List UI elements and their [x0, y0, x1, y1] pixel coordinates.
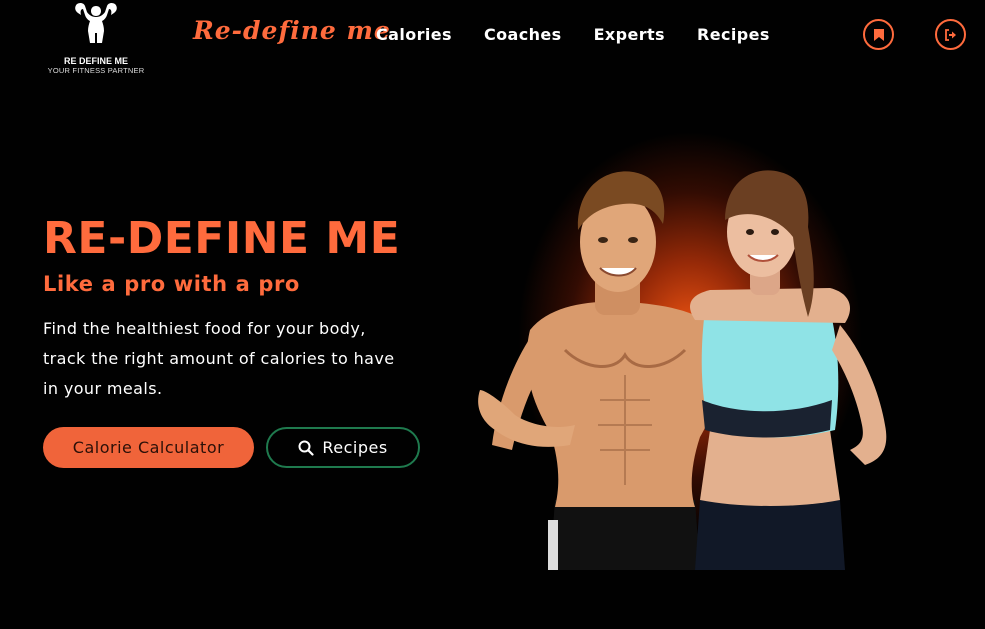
main-nav: Calories Coaches Experts Recipes: [376, 25, 770, 44]
hero-description: Find the healthiest food for your body, …: [43, 319, 395, 398]
nav-link-experts[interactable]: Experts: [594, 25, 665, 44]
brand-name[interactable]: Re-define me: [193, 16, 391, 45]
logo[interactable]: RE DEFINE ME YOUR FITNESS PARTNER: [42, 0, 150, 80]
nav-link-recipes[interactable]: Recipes: [697, 25, 770, 44]
woman-figure: [690, 170, 887, 570]
nav-link-calories[interactable]: Calories: [376, 25, 452, 44]
page: RE DEFINE ME YOUR FITNESS PARTNER Re-def…: [0, 0, 985, 629]
hero-title: RE-DEFINE ME: [43, 213, 401, 264]
calorie-calculator-label: Calorie Calculator: [72, 438, 225, 457]
fitness-couple-image: [478, 170, 887, 570]
recipes-button[interactable]: Recipes: [266, 427, 420, 468]
nav-link-coaches[interactable]: Coaches: [484, 25, 562, 44]
bookmark-icon: [873, 28, 884, 41]
recipes-button-label: Recipes: [322, 438, 388, 457]
search-icon: [298, 440, 314, 456]
calorie-calculator-button[interactable]: Calorie Calculator: [43, 427, 254, 468]
logout-icon: [944, 28, 956, 41]
bookmark-button[interactable]: [863, 19, 894, 50]
bodybuilder-icon: [75, 2, 117, 46]
hero-subtitle: Like a pro with a pro: [43, 272, 300, 296]
logo-tagline: YOUR FITNESS PARTNER: [47, 66, 145, 75]
logout-button[interactable]: [935, 19, 966, 50]
logo-title: RE DEFINE ME: [63, 56, 128, 66]
